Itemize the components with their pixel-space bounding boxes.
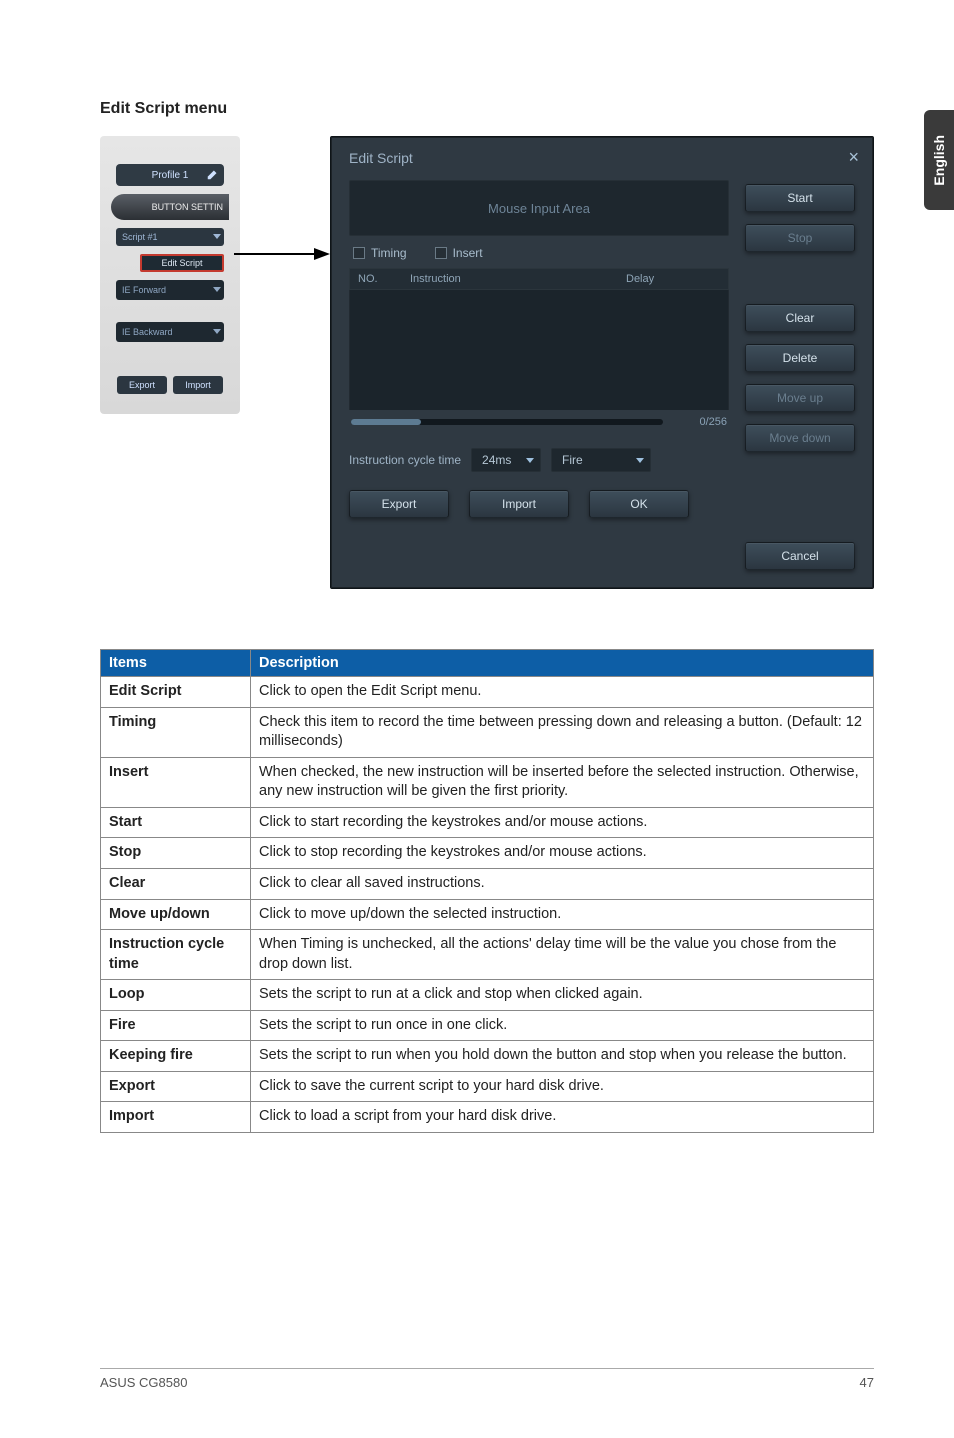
item-name: Import — [101, 1102, 251, 1133]
th-items: Items — [101, 650, 251, 677]
chevron-down-icon — [213, 329, 221, 334]
section-heading: Edit Script menu — [100, 100, 874, 118]
item-description: Sets the script to run at a click and st… — [251, 980, 874, 1011]
ie-backward-dropdown[interactable]: IE Backward — [116, 322, 224, 342]
checkbox-icon — [353, 247, 365, 259]
mouse-input-area[interactable]: Mouse Input Area — [349, 180, 729, 236]
move-up-button[interactable]: Move up — [745, 384, 855, 412]
table-row: Instruction cycle timeWhen Timing is unc… — [101, 930, 874, 980]
item-name: Stop — [101, 838, 251, 869]
checkbox-icon — [435, 247, 447, 259]
item-description: Click to open the Edit Script menu. — [251, 677, 874, 708]
item-description: When checked, the new instruction will b… — [251, 757, 874, 807]
insert-checkbox[interactable]: Insert — [435, 246, 483, 260]
start-button[interactable]: Start — [745, 184, 855, 212]
horizontal-scrollbar[interactable] — [351, 419, 663, 425]
item-name: Loop — [101, 980, 251, 1011]
edit-icon — [206, 167, 220, 181]
cycle-time-label: Instruction cycle time — [349, 453, 461, 467]
move-down-button[interactable]: Move down — [745, 424, 855, 452]
table-row: InsertWhen checked, the new instruction … — [101, 757, 874, 807]
item-name: Export — [101, 1071, 251, 1102]
export-mini-button[interactable]: Export — [117, 376, 167, 394]
item-name: Clear — [101, 868, 251, 899]
chevron-down-icon — [213, 234, 221, 239]
table-row: StopClick to stop recording the keystrok… — [101, 838, 874, 869]
item-description: Check this item to record the time betwe… — [251, 707, 874, 757]
screenshot-row: Profile 1 BUTTON SETTIN Script #1 Edit S… — [100, 136, 874, 589]
item-name: Timing — [101, 707, 251, 757]
language-side-tab: English — [924, 110, 954, 210]
cancel-button[interactable]: Cancel — [745, 542, 855, 570]
close-icon[interactable]: × — [848, 147, 859, 168]
item-description: Sets the script to run when you hold dow… — [251, 1041, 874, 1072]
chevron-down-icon — [526, 458, 534, 463]
item-description: Sets the script to run once in one click… — [251, 1010, 874, 1041]
instruction-list-header: NO. Instruction Delay — [349, 268, 729, 290]
item-description: Click to start recording the keystrokes … — [251, 807, 874, 838]
col-instruction: Instruction — [402, 269, 618, 289]
chevron-down-icon — [213, 287, 221, 292]
table-row: FireSets the script to run once in one c… — [101, 1010, 874, 1041]
chevron-down-icon — [636, 458, 644, 463]
item-name: Fire — [101, 1010, 251, 1041]
timing-checkbox[interactable]: Timing — [353, 246, 407, 260]
table-row: TimingCheck this item to record the time… — [101, 707, 874, 757]
sidebar-panel: Profile 1 BUTTON SETTIN Script #1 Edit S… — [100, 136, 240, 414]
item-name: Start — [101, 807, 251, 838]
table-row: ClearClick to clear all saved instructio… — [101, 868, 874, 899]
import-button[interactable]: Import — [469, 490, 569, 518]
delete-button[interactable]: Delete — [745, 344, 855, 372]
edit-script-button[interactable]: Edit Script — [140, 254, 224, 272]
language-label: English — [931, 135, 947, 186]
callout-arrow — [240, 136, 330, 336]
item-name: Insert — [101, 757, 251, 807]
script-dropdown[interactable]: Script #1 — [116, 228, 224, 246]
instruction-counter: 0/256 — [671, 416, 727, 428]
profile-label: Profile 1 — [152, 170, 189, 181]
page-footer: ASUS CG8580 47 — [100, 1368, 874, 1390]
item-description: Click to load a script from your hard di… — [251, 1102, 874, 1133]
col-delay: Delay — [618, 269, 728, 289]
table-row: LoopSets the script to run at a click an… — [101, 980, 874, 1011]
item-description: Click to move up/down the selected instr… — [251, 899, 874, 930]
footer-page-number: 47 — [860, 1375, 874, 1390]
footer-product: ASUS CG8580 — [100, 1375, 187, 1390]
export-button[interactable]: Export — [349, 490, 449, 518]
table-row: Keeping fireSets the script to run when … — [101, 1041, 874, 1072]
ok-button[interactable]: OK — [589, 490, 689, 518]
table-row: Move up/downClick to move up/down the se… — [101, 899, 874, 930]
th-description: Description — [251, 650, 874, 677]
item-description: When Timing is unchecked, all the action… — [251, 930, 874, 980]
table-row: ImportClick to load a script from your h… — [101, 1102, 874, 1133]
item-name: Edit Script — [101, 677, 251, 708]
item-name: Keeping fire — [101, 1041, 251, 1072]
table-row: Edit ScriptClick to open the Edit Script… — [101, 677, 874, 708]
dialog-title: Edit Script — [349, 150, 413, 166]
item-description: Click to clear all saved instructions. — [251, 868, 874, 899]
table-row: ExportClick to save the current script t… — [101, 1071, 874, 1102]
cycle-time-select[interactable]: 24ms — [471, 448, 541, 472]
clear-button[interactable]: Clear — [745, 304, 855, 332]
item-name: Instruction cycle time — [101, 930, 251, 980]
scrollbar-thumb[interactable] — [351, 419, 421, 425]
item-description: Click to stop recording the keystrokes a… — [251, 838, 874, 869]
description-table: Items Description Edit ScriptClick to op… — [100, 649, 874, 1133]
fire-mode-select[interactable]: Fire — [551, 448, 651, 472]
instruction-list[interactable] — [349, 290, 729, 410]
ie-forward-dropdown[interactable]: IE Forward — [116, 280, 224, 300]
stop-button[interactable]: Stop — [745, 224, 855, 252]
import-mini-button[interactable]: Import — [173, 376, 223, 394]
button-settings-tab[interactable]: BUTTON SETTIN — [111, 194, 229, 220]
profile-selector[interactable]: Profile 1 — [116, 164, 224, 186]
table-row: StartClick to start recording the keystr… — [101, 807, 874, 838]
edit-script-dialog: Edit Script × Mouse Input Area Timing In… — [330, 136, 874, 589]
item-name: Move up/down — [101, 899, 251, 930]
col-no: NO. — [350, 269, 402, 289]
item-description: Click to save the current script to your… — [251, 1071, 874, 1102]
